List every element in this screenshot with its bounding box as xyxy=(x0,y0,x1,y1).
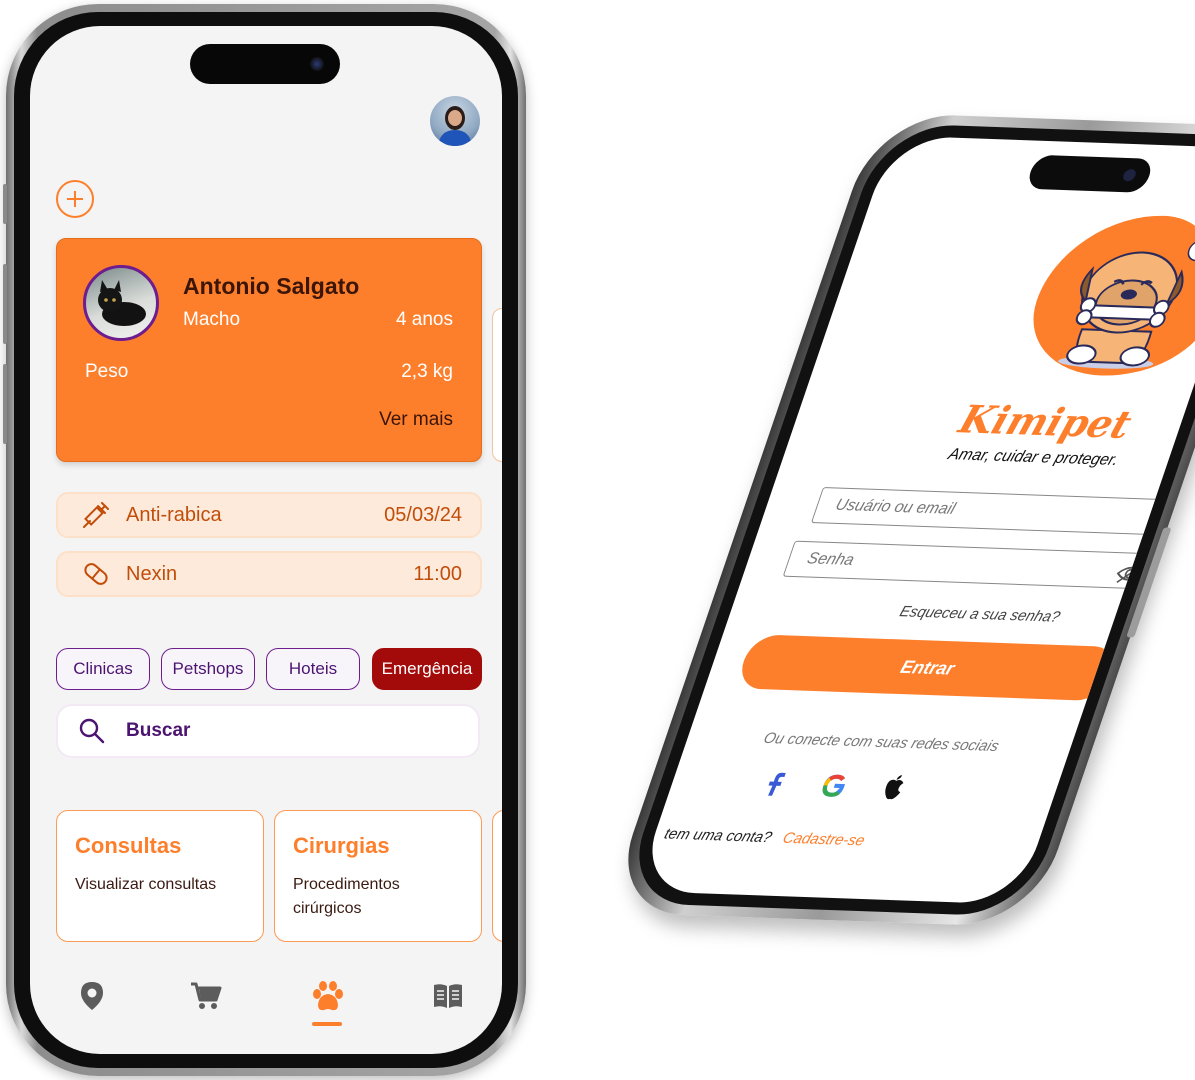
signup-row: tem uma conta? Cadastre-se xyxy=(662,825,1024,855)
reminder-time: 11:00 xyxy=(413,562,462,585)
book-icon[interactable] xyxy=(426,974,470,1018)
paw-icon[interactable] xyxy=(306,974,350,1018)
next-service-card[interactable] xyxy=(492,810,502,942)
pets-screen: Antonio Salgato Macho 4 anos Peso 2,3 kg… xyxy=(30,26,502,1054)
reminder-label: Nexin xyxy=(126,562,178,585)
chip-emergencia[interactable]: Emergência xyxy=(372,648,482,690)
password-input[interactable] xyxy=(782,540,1153,590)
service-title: Consultas xyxy=(75,833,182,858)
pet-photo xyxy=(83,265,159,341)
chip-clinicas[interactable]: Clinicas xyxy=(56,648,150,690)
signup-prompt: tem uma conta? xyxy=(662,825,775,847)
reminder-label: Anti-rabica xyxy=(126,503,222,526)
plus-icon xyxy=(67,191,83,207)
login-phone: Kimipet Amar, cuidar e proteger. Esquece… xyxy=(500,100,1195,960)
reminder-vaccine[interactable]: Anti-rabica 05/03/24 xyxy=(56,492,482,538)
side-button xyxy=(3,364,7,444)
search-icon xyxy=(79,718,105,744)
brand-logo: Kimipet xyxy=(953,396,1138,448)
pet-card[interactable]: Antonio Salgato Macho 4 anos Peso 2,3 kg… xyxy=(56,238,482,462)
pets-phone: Antonio Salgato Macho 4 anos Peso 2,3 kg… xyxy=(3,4,526,1076)
service-title: Cirurgias xyxy=(293,833,390,858)
reminder-date: 05/03/24 xyxy=(384,503,462,526)
map-pin-icon[interactable] xyxy=(70,974,114,1018)
login-button[interactable]: Entrar xyxy=(734,634,1121,702)
pet-age: 4 anos xyxy=(395,309,453,330)
search-input[interactable]: Buscar xyxy=(56,704,480,758)
user-email-input[interactable] xyxy=(810,487,1182,536)
pet-weight: 2,3 kg xyxy=(401,361,453,382)
service-description: Visualizar consultas xyxy=(75,876,217,893)
reminder-medicine[interactable]: Nexin 11:00 xyxy=(56,551,482,597)
side-button xyxy=(3,264,7,344)
service-card-consultas[interactable]: Consultas Visualizar consultas xyxy=(56,810,264,942)
pet-weight-label: Peso xyxy=(85,361,129,382)
forgot-password-link[interactable]: Esqueceu a sua senha? xyxy=(848,601,1111,627)
next-pet-card[interactable] xyxy=(492,308,502,462)
social-login-text: Ou conecte com suas redes sociais xyxy=(761,729,1002,756)
avatar[interactable] xyxy=(430,96,480,146)
cart-icon[interactable] xyxy=(184,974,228,1018)
pill-icon xyxy=(80,558,112,590)
pet-name: Antonio Salgato xyxy=(183,273,360,299)
service-card-cirurgias[interactable]: Cirurgias Procedimentos cirúrgicos xyxy=(274,810,482,942)
service-description: Procedimentos cirúrgicos xyxy=(293,876,400,917)
syringe-icon xyxy=(80,499,112,531)
active-tab-indicator xyxy=(312,1022,342,1026)
see-more-button[interactable]: Ver mais xyxy=(379,409,453,431)
pet-sex: Macho xyxy=(183,309,241,330)
google-icon[interactable] xyxy=(815,770,855,801)
chip-hoteis[interactable]: Hoteis xyxy=(266,648,360,690)
chip-petshops[interactable]: Petshops xyxy=(161,648,255,690)
dog-mascot-icon xyxy=(1058,239,1195,369)
add-pet-button[interactable] xyxy=(56,180,94,218)
dynamic-island xyxy=(190,44,340,84)
login-screen: Kimipet Amar, cuidar e proteger. Esquece… xyxy=(635,135,1195,905)
signup-link[interactable]: Cadastre-se xyxy=(780,830,867,850)
facebook-icon[interactable] xyxy=(755,768,795,799)
side-button xyxy=(3,184,7,224)
login-phone-body: Kimipet Amar, cuidar e proteger. Esquece… xyxy=(606,112,1195,928)
search-label: Buscar xyxy=(126,720,191,741)
bottom-navbar xyxy=(30,966,502,1036)
tagline: Amar, cuidar e proteger. xyxy=(945,446,1121,470)
apple-icon[interactable] xyxy=(874,772,914,803)
